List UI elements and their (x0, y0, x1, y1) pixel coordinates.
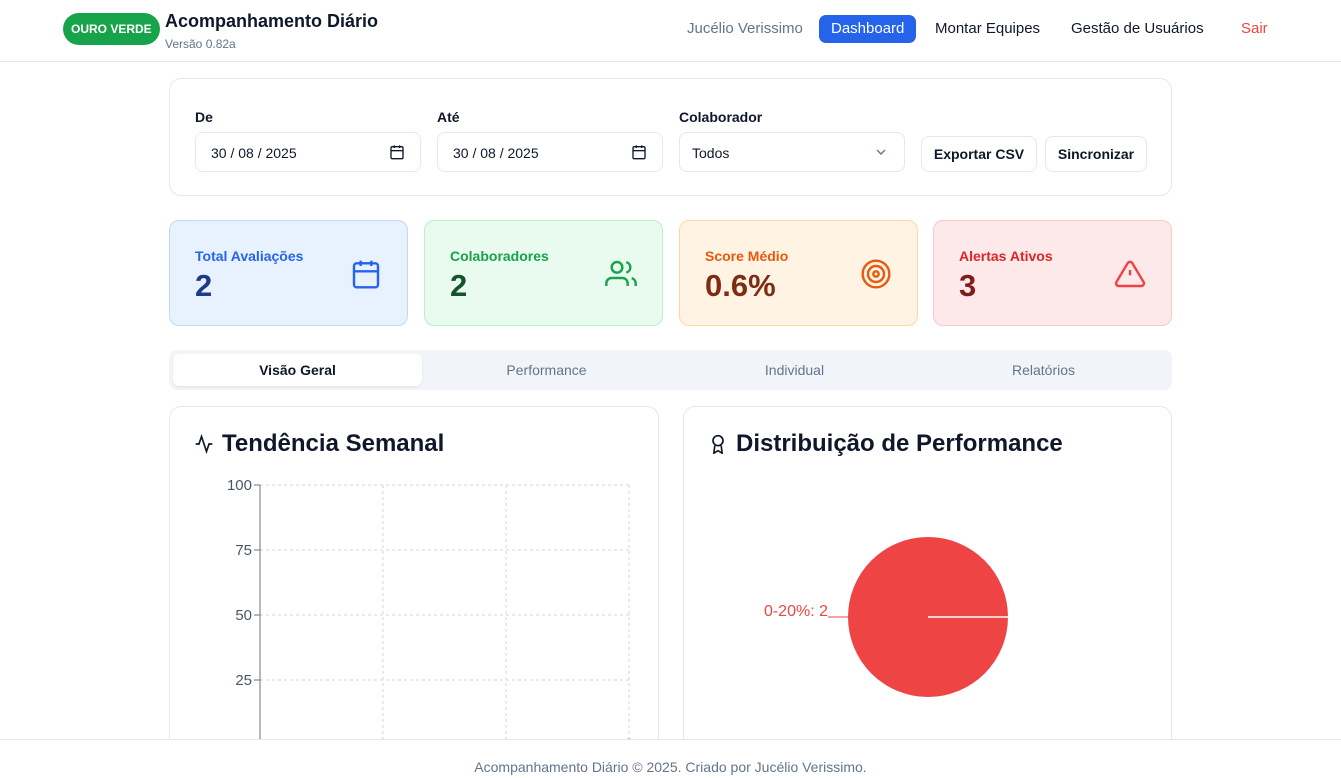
distribution-panel: Distribuição de Performance 0-20%: 2 (683, 406, 1172, 766)
stat-label: Score Médio (705, 248, 789, 264)
from-date-value: 30 / 08 / 2025 (211, 145, 297, 161)
filters-panel: De 30 / 08 / 2025 Até 30 / 08 / 2025 Col… (169, 78, 1172, 196)
nav-montar-equipes[interactable]: Montar Equipes (935, 15, 1040, 43)
tab-performance[interactable]: Performance (422, 354, 671, 386)
stat-label: Colaboradores (450, 248, 549, 264)
distribution-chart: 0-20%: 2 (764, 537, 1008, 697)
nav-gestao-usuarios[interactable]: Gestão de Usuários (1071, 15, 1204, 43)
collaborator-value: Todos (692, 145, 730, 161)
calendar-icon[interactable] (389, 144, 405, 160)
target-icon (861, 259, 891, 289)
users-icon (605, 260, 637, 286)
from-date-label: De (195, 109, 213, 125)
tab-relatorios[interactable]: Relatórios (919, 354, 1168, 386)
stat-value: 2 (195, 268, 213, 303)
stat-card-score-medio: Score Médio 0.6% (679, 220, 918, 326)
app-title: Acompanhamento Diário (165, 11, 379, 31)
collaborator-select[interactable]: Todos (679, 132, 905, 172)
app-header: OURO VERDE Acompanhamento Diário Versão … (0, 0, 1341, 62)
tab-individual[interactable]: Individual (670, 354, 919, 386)
app-version: Versão 0.82a (165, 37, 236, 51)
footer-text: Acompanhamento Diário © 2025. Criado por… (474, 759, 867, 775)
sync-button[interactable]: Sincronizar (1045, 136, 1147, 172)
export-csv-button[interactable]: Exportar CSV (921, 136, 1037, 172)
y-tick-label: 50 (235, 607, 252, 624)
tab-visao-geral[interactable]: Visão Geral (173, 354, 422, 386)
stat-value: 0.6% (705, 268, 776, 303)
alert-triangle-icon (1114, 260, 1146, 288)
to-date-input[interactable]: 30 / 08 / 2025 (437, 132, 663, 172)
footer: Acompanhamento Diário © 2025. Criado por… (0, 739, 1341, 778)
stat-card-alertas-ativos: Alertas Ativos 3 (933, 220, 1172, 326)
stat-card-total-avaliacoes: Total Avaliações 2 (169, 220, 408, 326)
trend-chart: 1007550250 (227, 477, 634, 754)
pie-label: 0-20%: 2 (764, 603, 828, 620)
to-date-value: 30 / 08 / 2025 (453, 145, 539, 161)
y-tick-label: 75 (235, 542, 252, 559)
brand-badge: OURO VERDE (63, 13, 160, 45)
stat-value: 3 (959, 268, 977, 303)
chevron-down-icon (876, 149, 886, 155)
nav-dashboard[interactable]: Dashboard (819, 15, 917, 43)
dashboard-tabs: Visão Geral Performance Individual Relat… (169, 350, 1172, 390)
calendar-icon (352, 260, 380, 289)
from-date-input[interactable]: 30 / 08 / 2025 (195, 132, 421, 172)
stat-label: Alertas Ativos (959, 248, 1053, 264)
collaborator-label: Colaborador (679, 109, 763, 125)
nav-user-name[interactable]: Jucélio Verissimo (687, 15, 803, 43)
to-date-label: Até (437, 109, 460, 125)
calendar-icon[interactable] (631, 144, 647, 160)
stat-label: Total Avaliações (195, 248, 304, 264)
stat-value: 2 (450, 268, 468, 303)
stat-card-colaboradores: Colaboradores 2 (424, 220, 663, 326)
y-tick-label: 100 (227, 477, 252, 494)
y-tick-label: 25 (235, 672, 252, 689)
logout-button[interactable]: Sair (1241, 15, 1268, 43)
trend-panel: Tendência Semanal 1007550250 (169, 406, 659, 766)
